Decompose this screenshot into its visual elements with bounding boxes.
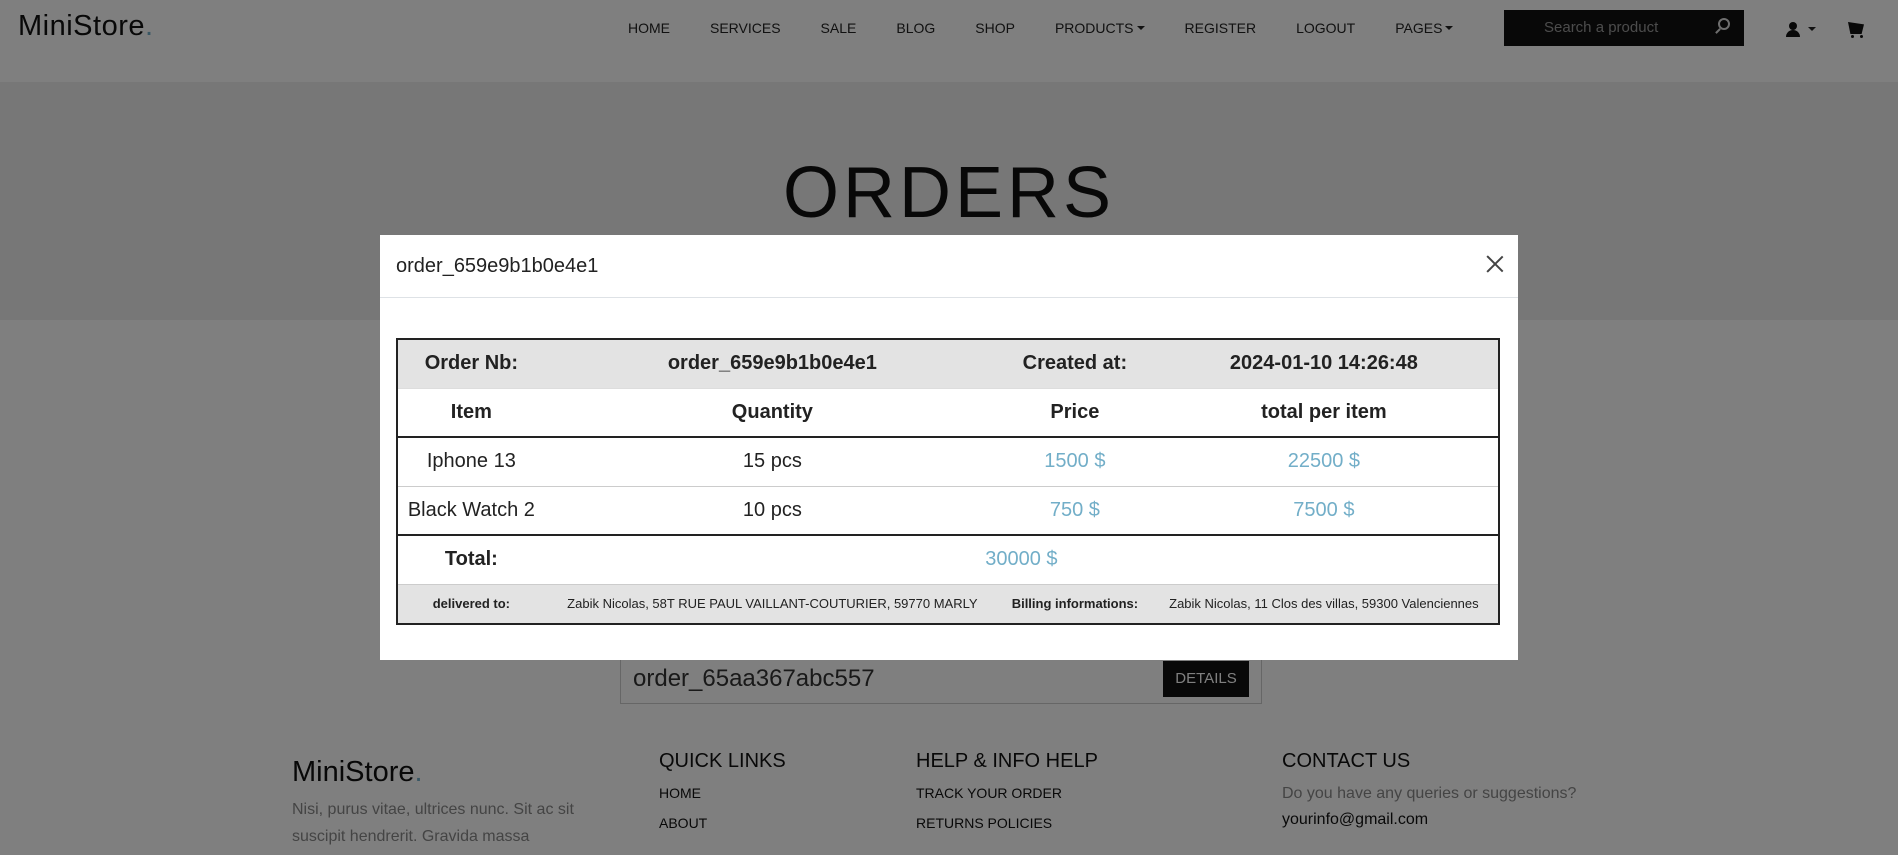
order-nb-label: Order Nb: bbox=[397, 339, 545, 388]
column-header-item: Item bbox=[397, 387, 545, 437]
table-row: Black Watch 2 10 pcs 750 $ 7500 $ bbox=[397, 485, 1499, 535]
total-label: Total: bbox=[397, 534, 545, 584]
modal-title: order_659e9b1b0e4e1 bbox=[396, 255, 599, 277]
order-details-table: Order Nb: order_659e9b1b0e4e1 Created at… bbox=[396, 338, 1500, 625]
item-total: 22500 $ bbox=[1149, 436, 1499, 486]
column-header-total: total per item bbox=[1149, 387, 1499, 437]
close-icon[interactable] bbox=[1486, 255, 1504, 273]
item-quantity: 10 pcs bbox=[544, 485, 1000, 535]
delivered-label: delivered to: bbox=[397, 583, 545, 624]
created-at-label: Created at: bbox=[999, 339, 1150, 388]
total-row: Total: 30000 $ bbox=[397, 534, 1499, 584]
address-row: delivered to: Zabik Nicolas, 58T RUE PAU… bbox=[397, 583, 1499, 624]
item-name: Iphone 13 bbox=[397, 436, 545, 486]
table-row: Iphone 13 15 pcs 1500 $ 22500 $ bbox=[397, 436, 1499, 486]
column-header-quantity: Quantity bbox=[544, 387, 1000, 437]
created-at-value: 2024-01-10 14:26:48 bbox=[1149, 339, 1499, 388]
item-price: 1500 $ bbox=[999, 436, 1150, 486]
order-meta-row: Order Nb: order_659e9b1b0e4e1 Created at… bbox=[397, 339, 1499, 388]
order-details-modal: order_659e9b1b0e4e1 Order Nb: order_659e… bbox=[380, 235, 1518, 660]
order-nb-value: order_659e9b1b0e4e1 bbox=[544, 339, 1000, 388]
item-name: Black Watch 2 bbox=[397, 485, 545, 535]
item-total: 7500 $ bbox=[1149, 485, 1499, 535]
billing-address: Zabik Nicolas, 11 Clos des villas, 59300… bbox=[1149, 583, 1499, 624]
item-quantity: 15 pcs bbox=[544, 436, 1000, 486]
billing-label: Billing informations: bbox=[999, 583, 1150, 624]
item-price: 750 $ bbox=[999, 485, 1150, 535]
table-header-row: Item Quantity Price total per item bbox=[397, 387, 1499, 437]
delivered-address: Zabik Nicolas, 58T RUE PAUL VAILLANT-COU… bbox=[544, 583, 1000, 624]
total-value: 30000 $ bbox=[544, 534, 1499, 584]
column-header-price: Price bbox=[999, 387, 1150, 437]
modal-header: order_659e9b1b0e4e1 bbox=[380, 235, 1518, 298]
